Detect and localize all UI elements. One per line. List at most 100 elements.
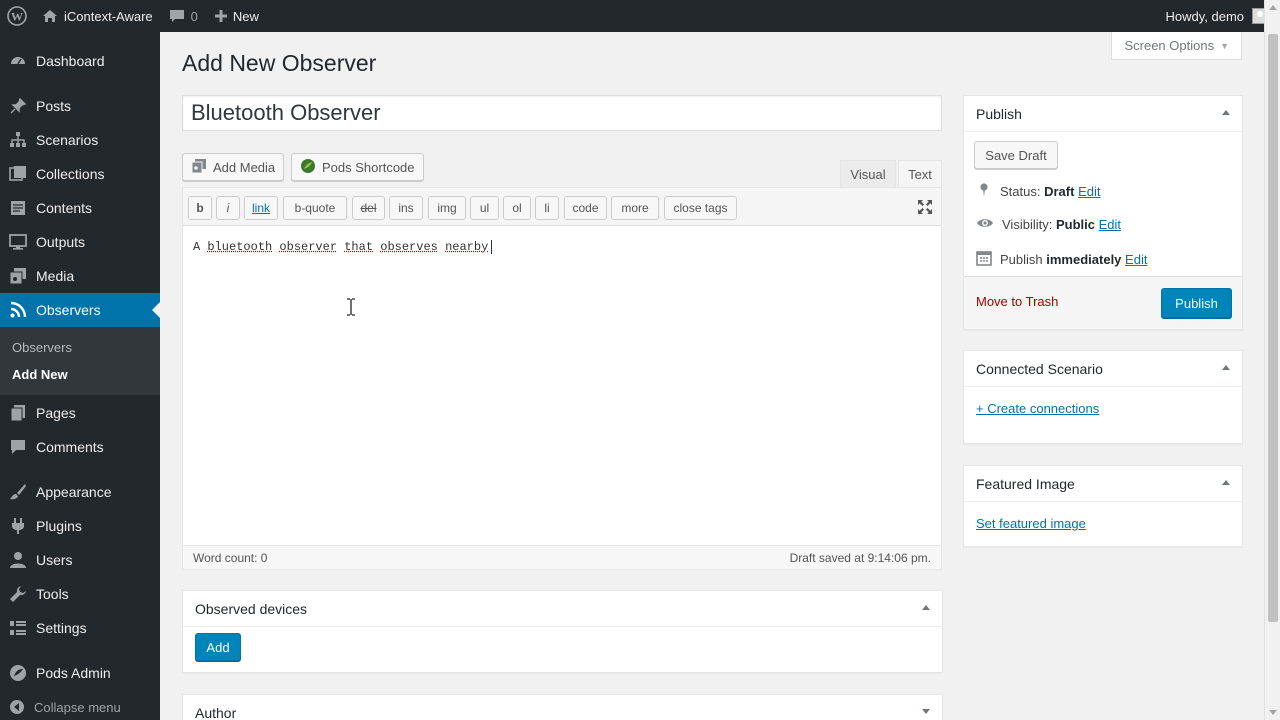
quicktag-blockquote-button[interactable]: b-quote: [283, 196, 347, 220]
sidebar-item-scenarios[interactable]: Scenarios: [0, 123, 160, 157]
quicktag-more-button[interactable]: more: [611, 196, 659, 220]
add-media-button[interactable]: Add Media: [182, 153, 284, 181]
sidebar-item-label: Plugins: [36, 518, 82, 534]
quicktag-code-button[interactable]: code: [564, 196, 607, 220]
collection-icon: [0, 165, 36, 183]
text-cursor-icon: [346, 298, 356, 319]
wordpress-logo-icon[interactable]: W: [0, 0, 34, 32]
sidebar-item-posts[interactable]: Posts: [0, 89, 160, 123]
quicktag-label: more: [621, 201, 648, 215]
collapse-toggle-icon[interactable]: [1222, 365, 1230, 370]
quicktag-italic-button[interactable]: i: [216, 196, 240, 220]
collapse-toggle-icon[interactable]: [1222, 110, 1230, 115]
scroll-up-arrow-icon[interactable]: [1269, 5, 1277, 10]
quicktag-bold-button[interactable]: b: [188, 196, 212, 220]
add-device-button[interactable]: Add: [195, 633, 241, 661]
pods-logo-icon: [300, 158, 316, 177]
tab-visual[interactable]: Visual: [840, 160, 896, 188]
collapse-toggle-icon[interactable]: [1222, 480, 1230, 485]
quicktag-li-button[interactable]: li: [535, 196, 559, 220]
quicktag-ins-button[interactable]: ins: [389, 196, 423, 220]
publish-button[interactable]: Publish: [1161, 288, 1232, 318]
tab-visual-label: Visual: [850, 167, 885, 182]
edit-visibility-link[interactable]: Edit: [1099, 217, 1121, 232]
my-account[interactable]: Howdy, demo: [1165, 0, 1268, 32]
sidebar-item-pages[interactable]: Pages: [0, 396, 160, 430]
publishing-actions: Move to Trash Publish: [964, 276, 1242, 329]
content-text: A: [193, 240, 200, 254]
page-scrollbar[interactable]: [1264, 0, 1280, 720]
add-media-label: Add Media: [213, 160, 275, 175]
new-content-link[interactable]: New: [206, 0, 267, 32]
edit-date-link[interactable]: Edit: [1125, 252, 1147, 267]
post-editor: b i link b-quote del ins img ul ol li co…: [182, 187, 942, 570]
media-icon: [191, 158, 207, 177]
sidebar-item-label: Scenarios: [36, 132, 98, 148]
sidebar-item-plugins[interactable]: Plugins: [0, 509, 160, 543]
sidebar-item-tools[interactable]: Tools: [0, 577, 160, 611]
comments-count: 0: [191, 9, 198, 24]
sidebar-item-label: Users: [36, 552, 73, 568]
fullscreen-icon[interactable]: [917, 199, 933, 218]
page-icon: [0, 404, 36, 422]
expand-toggle-icon[interactable]: [922, 709, 930, 714]
sidebar-item-outputs[interactable]: Outputs: [0, 225, 160, 259]
sidebar-item-pods-admin[interactable]: Pods Admin: [0, 656, 160, 690]
scrollbar-thumb[interactable]: [1268, 34, 1278, 622]
sidebar-item-observers[interactable]: Observers: [0, 293, 160, 327]
post-title-input[interactable]: Bluetooth Observer: [182, 95, 942, 131]
sidebar-item-contents[interactable]: Contents: [0, 191, 160, 225]
quicktag-ol-button[interactable]: ol: [503, 196, 531, 220]
site-name-link[interactable]: iContext-Aware: [34, 0, 161, 32]
connected-scenario-header[interactable]: Connected Scenario: [964, 351, 1242, 387]
screen-options-button[interactable]: Screen Options ▼: [1111, 32, 1242, 60]
featured-image-title: Featured Image: [976, 476, 1075, 492]
dashboard-icon: [0, 52, 36, 70]
main-content: Screen Options ▼ Add New Observer Blueto…: [160, 32, 1264, 720]
settings-icon: [0, 619, 36, 637]
submenu-item-observers[interactable]: Observers: [12, 340, 72, 355]
create-connections-link[interactable]: + Create connections: [976, 401, 1099, 416]
featured-image-header[interactable]: Featured Image: [964, 466, 1242, 502]
publish-when-label: Publish: [1000, 252, 1043, 267]
sidebar-item-settings[interactable]: Settings: [0, 611, 160, 645]
content-textarea[interactable]: A bluetooth observer that observes nearb…: [183, 226, 941, 546]
sidebar-item-users[interactable]: Users: [0, 543, 160, 577]
connected-scenario-title: Connected Scenario: [976, 361, 1103, 377]
move-to-trash-link[interactable]: Move to Trash: [976, 294, 1058, 309]
connected-scenario-box: Connected Scenario + Create connections: [963, 350, 1243, 444]
observed-devices-header[interactable]: Observed devices: [183, 591, 942, 627]
comments-link[interactable]: 0: [161, 0, 206, 32]
collapse-menu-label: Collapse menu: [34, 700, 121, 715]
quicktag-label: del: [360, 201, 376, 215]
sidebar-item-media[interactable]: Media: [0, 259, 160, 293]
plugin-icon: [0, 517, 36, 535]
quicktag-del-button[interactable]: del: [352, 196, 385, 220]
quicktag-label: code: [572, 201, 598, 215]
submenu-item-add-new[interactable]: Add New: [12, 367, 68, 382]
sidebar-item-comments[interactable]: Comments: [0, 430, 160, 464]
network-icon: [0, 131, 36, 149]
quicktag-img-button[interactable]: img: [428, 196, 466, 220]
sidebar-item-collections[interactable]: Collections: [0, 157, 160, 191]
author-header[interactable]: Author: [183, 695, 942, 720]
quicktag-link-button[interactable]: link: [244, 196, 278, 220]
pods-icon: [0, 664, 36, 682]
sidebar-item-appearance[interactable]: Appearance: [0, 475, 160, 509]
draft-saved-status: Draft saved at 9:14:06 pm.: [790, 551, 931, 565]
quicktag-close-tags-button[interactable]: close tags: [664, 196, 737, 220]
quicktag-ul-button[interactable]: ul: [470, 196, 499, 220]
quicktag-label: i: [227, 201, 230, 215]
collapse-menu-button[interactable]: Collapse menu: [0, 696, 121, 718]
edit-status-link[interactable]: Edit: [1078, 184, 1100, 199]
quicktags-toolbar: b i link b-quote del ins img ul ol li co…: [183, 188, 941, 226]
new-label: New: [233, 9, 259, 24]
sidebar-item-dashboard[interactable]: Dashboard: [0, 44, 160, 78]
publish-header[interactable]: Publish: [964, 96, 1242, 132]
pods-shortcode-button[interactable]: Pods Shortcode: [291, 153, 424, 181]
tab-text[interactable]: Text: [898, 160, 942, 188]
set-featured-image-link[interactable]: Set featured image: [976, 516, 1086, 531]
save-draft-button[interactable]: Save Draft: [974, 141, 1058, 169]
scroll-down-arrow-icon[interactable]: [1269, 710, 1277, 715]
collapse-toggle-icon[interactable]: [922, 605, 930, 610]
